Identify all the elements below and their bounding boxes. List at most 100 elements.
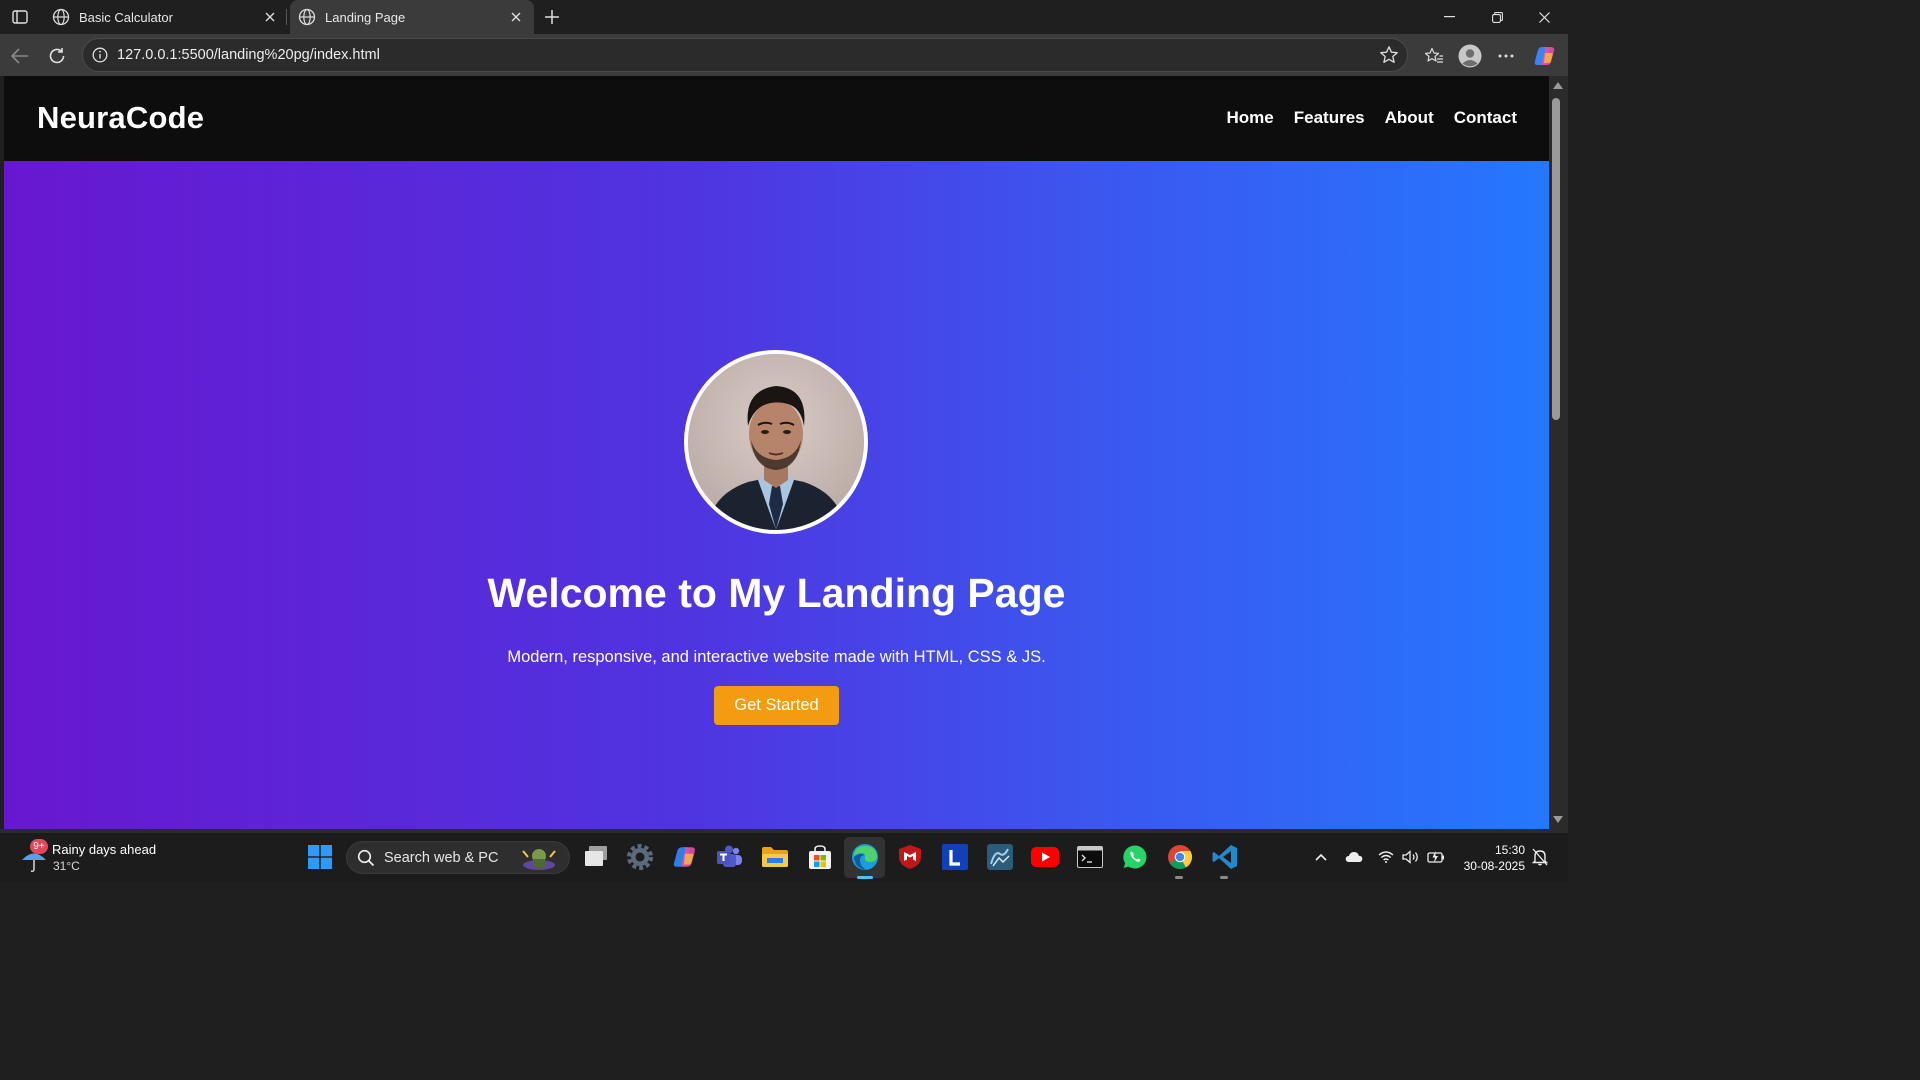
ellipsis-icon: [1498, 54, 1514, 58]
taskbar-app-chrome[interactable]: [1165, 842, 1195, 872]
nav-link-about[interactable]: About: [1385, 108, 1434, 128]
weather-widget[interactable]: 9+ Rainy days ahead 31°C: [18, 839, 178, 875]
site-logo[interactable]: NeuraCode: [37, 100, 204, 136]
taskbar-app-edge[interactable]: [850, 842, 880, 872]
favorite-star-icon[interactable]: [1379, 45, 1399, 65]
site-navbar: NeuraCode Home Features About Contact: [4, 76, 1549, 161]
vscode-icon: [1212, 845, 1237, 869]
start-button[interactable]: [305, 842, 335, 872]
search-icon: [357, 849, 375, 867]
weather-temperature: 31°C: [53, 859, 80, 873]
tab-title: Basic Calculator: [79, 9, 173, 25]
plus-icon: [545, 10, 559, 24]
new-tab-button[interactable]: [540, 5, 564, 29]
refresh-button[interactable]: [43, 42, 71, 70]
volume-tray[interactable]: [1401, 846, 1421, 868]
task-view-icon: [585, 846, 607, 866]
scroll-down-arrow-icon[interactable]: [1553, 816, 1563, 823]
profile-button[interactable]: [1456, 42, 1484, 70]
close-icon: [1538, 11, 1550, 23]
globe-icon: [52, 8, 70, 26]
network-tray[interactable]: [1376, 846, 1396, 868]
speaker-icon: [1402, 850, 1418, 864]
edge-icon: [852, 844, 878, 870]
taskbar-app-l[interactable]: [940, 842, 970, 872]
taskbar-app-settings[interactable]: [625, 842, 655, 872]
teams-icon: [717, 845, 742, 867]
favorites-button[interactable]: [1420, 42, 1448, 70]
tab-actions-button[interactable]: [8, 6, 32, 28]
notifications-button[interactable]: [1530, 846, 1550, 868]
taskbar-app-mcafee[interactable]: [895, 842, 925, 872]
close-tab-icon[interactable]: [506, 7, 526, 27]
clock-time: 15:30: [1494, 843, 1525, 857]
address-bar[interactable]: 127.0.0.1:5500/landing%20pg/index.html: [82, 38, 1408, 72]
windows-taskbar: 9+ Rainy days ahead 31°C Search web & PC: [0, 833, 1568, 882]
taskbar-app-file-explorer[interactable]: [760, 842, 790, 872]
taskbar-app-microsoft-store[interactable]: [805, 842, 835, 872]
folder-icon: [762, 847, 788, 867]
restore-icon: [1491, 11, 1503, 23]
minimize-button[interactable]: [1425, 0, 1473, 34]
onedrive-tray[interactable]: [1344, 846, 1364, 868]
copilot-button[interactable]: [1531, 42, 1559, 70]
active-indicator: [857, 876, 873, 879]
more-options-button[interactable]: [1492, 42, 1520, 70]
running-indicator: [1220, 876, 1228, 879]
tab-landing-page[interactable]: Landing Page: [290, 0, 534, 34]
wifi-icon: [1378, 851, 1394, 863]
back-button[interactable]: [6, 42, 34, 70]
close-tab-icon[interactable]: [260, 7, 280, 27]
site-nav-links: Home Features About Contact: [1227, 108, 1517, 128]
scrollbar-thumb[interactable]: [1552, 98, 1560, 420]
taskbar-app-whatsapp[interactable]: [1120, 842, 1150, 872]
refresh-icon: [49, 48, 65, 64]
l-app-icon: [942, 844, 968, 870]
settings-gear-icon: [627, 844, 653, 870]
browser-tab-bar: Basic Calculator Landing Page: [0, 0, 1568, 34]
search-highlight-icon: [522, 849, 556, 870]
url-text: 127.0.0.1:5500/landing%20pg/index.html: [117, 47, 380, 63]
copilot-icon: [1534, 47, 1555, 65]
restore-button[interactable]: [1473, 0, 1521, 34]
nav-link-home[interactable]: Home: [1227, 108, 1274, 128]
show-hidden-icons-button[interactable]: [1311, 846, 1331, 868]
nav-link-contact[interactable]: Contact: [1454, 108, 1517, 128]
store-icon: [809, 845, 831, 869]
tab-basic-calculator[interactable]: Basic Calculator: [44, 0, 288, 34]
battery-charging-icon: [1427, 851, 1444, 863]
browser-toolbar: 127.0.0.1:5500/landing%20pg/index.html: [0, 34, 1568, 76]
weather-text: Rainy days ahead: [52, 842, 157, 857]
search-placeholder: Search web & PC: [384, 850, 499, 866]
taskbar-app-terminal[interactable]: [1075, 842, 1105, 872]
taskbar-clock[interactable]: 15:30 30-08-2025: [1464, 842, 1525, 874]
taskbar-app-mysql-workbench[interactable]: [985, 842, 1015, 872]
scroll-up-arrow-icon[interactable]: [1553, 82, 1563, 89]
clock-date: 30-08-2025: [1463, 859, 1525, 873]
running-indicator: [1175, 876, 1183, 879]
youtube-icon: [1031, 847, 1059, 867]
hero-section: Welcome to My Landing Page Modern, respo…: [4, 161, 1549, 829]
globe-icon: [298, 8, 316, 26]
profile-avatar-icon: [1458, 44, 1482, 68]
nav-link-features[interactable]: Features: [1294, 108, 1365, 128]
whatsapp-icon: [1123, 845, 1147, 869]
hero-title: Welcome to My Landing Page: [487, 570, 1066, 616]
taskbar-app-vscode[interactable]: [1210, 842, 1240, 872]
terminal-icon: [1077, 846, 1103, 868]
get-started-button[interactable]: Get Started: [714, 686, 839, 725]
taskbar-app-teams[interactable]: [715, 842, 745, 872]
battery-tray[interactable]: [1426, 846, 1446, 868]
taskbar-app-youtube[interactable]: [1030, 842, 1060, 872]
close-window-button[interactable]: [1520, 0, 1568, 34]
tab-separator: [286, 9, 287, 25]
notification-bell-icon: [1532, 848, 1548, 866]
page-viewport: NeuraCode Home Features About Contact We…: [4, 76, 1549, 829]
task-view-button[interactable]: [581, 842, 611, 872]
chrome-icon: [1168, 845, 1193, 870]
taskbar-search-box[interactable]: Search web & PC: [346, 841, 570, 874]
page-scrollbar[interactable]: [1549, 76, 1568, 829]
cloud-icon: [1345, 852, 1363, 862]
taskbar-app-copilot[interactable]: [670, 842, 700, 872]
site-info-icon[interactable]: [91, 46, 109, 64]
